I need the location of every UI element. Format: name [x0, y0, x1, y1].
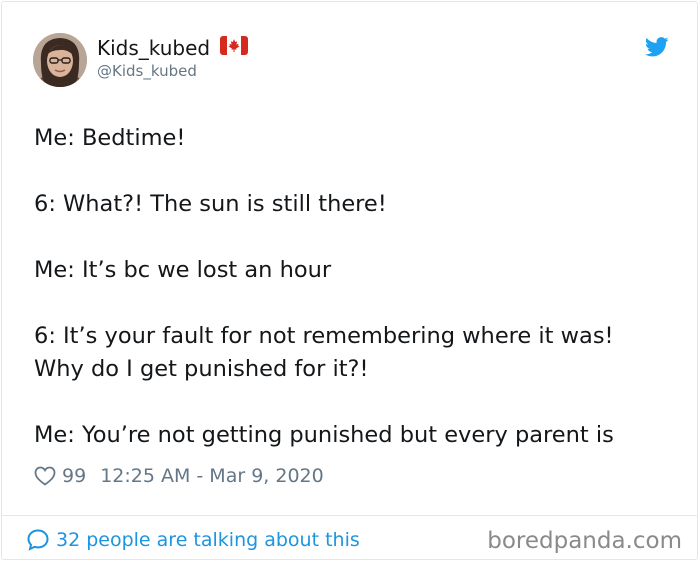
conversation-link[interactable]: 32 people are talking about this — [26, 526, 360, 554]
canada-flag-icon — [220, 35, 249, 61]
user-info: Kids_kubed @Kids_kubed — [97, 35, 249, 81]
tweet-line: Me: You’re not getting punished but ever… — [34, 422, 614, 448]
tweet-header: Kids_kubed @Kids_kubed — [2, 2, 697, 102]
twitter-bird-icon[interactable] — [644, 37, 669, 57]
display-name-row: Kids_kubed — [97, 35, 249, 61]
divider — [2, 515, 697, 516]
tweet-line: Why do I get punished for it?! — [34, 356, 369, 382]
tweet-line: Me: Bedtime! — [34, 125, 186, 151]
tweet-text: Me: Bedtime! 6: What?! The sun is still … — [34, 122, 674, 452]
tweet-meta: 99 12:25 AM - Mar 9, 2020 — [34, 462, 324, 490]
user-handle[interactable]: @Kids_kubed — [97, 61, 248, 81]
watermark: boredpanda.com — [487, 528, 682, 554]
heart-icon[interactable] — [34, 466, 56, 486]
tweet-line: Me: It’s bc we lost an hour — [34, 257, 332, 283]
tweet-line: 6: It’s your fault for not remembering w… — [34, 323, 614, 349]
speech-bubble-icon — [26, 528, 50, 552]
avatar-image — [33, 33, 87, 87]
tweet-card: Kids_kubed @Kids_kubed Me: Bedtime! 6: W… — [1, 1, 698, 560]
tweet-line: 6: What?! The sun is still there! — [34, 191, 387, 217]
avatar[interactable] — [33, 33, 87, 87]
tweet-timestamp[interactable]: 12:25 AM - Mar 9, 2020 — [100, 462, 324, 490]
conversation-label: 32 people are talking about this — [56, 529, 360, 551]
display-name[interactable]: Kids_kubed — [97, 35, 210, 61]
like-count[interactable]: 99 — [62, 462, 86, 490]
